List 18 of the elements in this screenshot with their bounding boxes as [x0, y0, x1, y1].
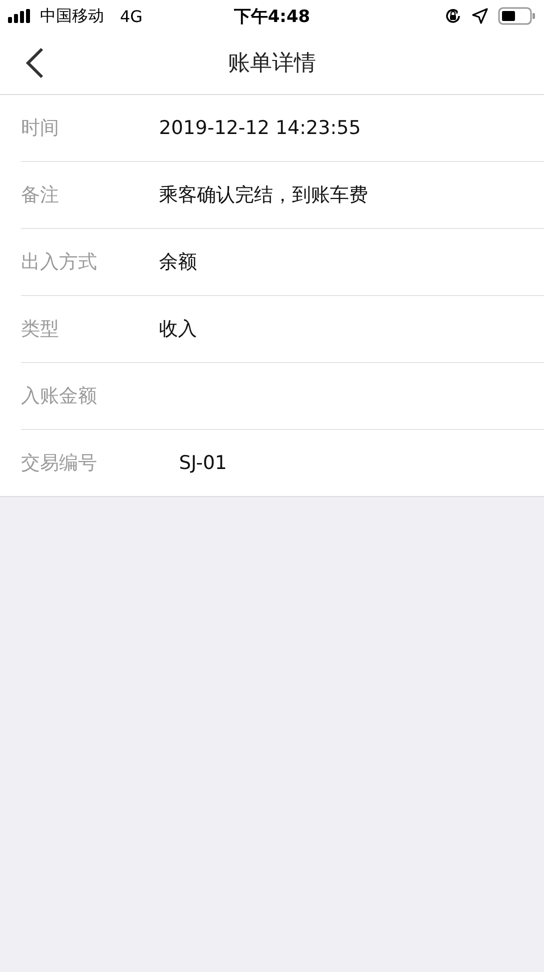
carrier-name: 中国移动 [40, 6, 104, 26]
field-label: 备注 [21, 183, 60, 208]
field-label: 交易编号 [21, 451, 98, 476]
field-label: 类型 [21, 317, 60, 342]
status-time: 下午4:48 [234, 6, 310, 28]
field-value: 2019-12-12 14:23:55 [159, 117, 361, 139]
network-type: 4G [120, 6, 143, 26]
field-label: 入账金额 [21, 384, 98, 409]
field-value: 收入 [159, 317, 197, 342]
field-value: 乘客确认完结，到账车费 [159, 183, 368, 208]
rotation-lock-icon [444, 7, 462, 25]
field-value: 余额 [159, 250, 197, 275]
location-arrow-icon [472, 8, 488, 24]
battery-icon [498, 7, 536, 25]
page-title: 账单详情 [228, 50, 316, 78]
field-label: 时间 [21, 116, 60, 141]
field-label: 出入方式 [21, 250, 98, 275]
field-value: SJ-01 [178, 452, 228, 474]
